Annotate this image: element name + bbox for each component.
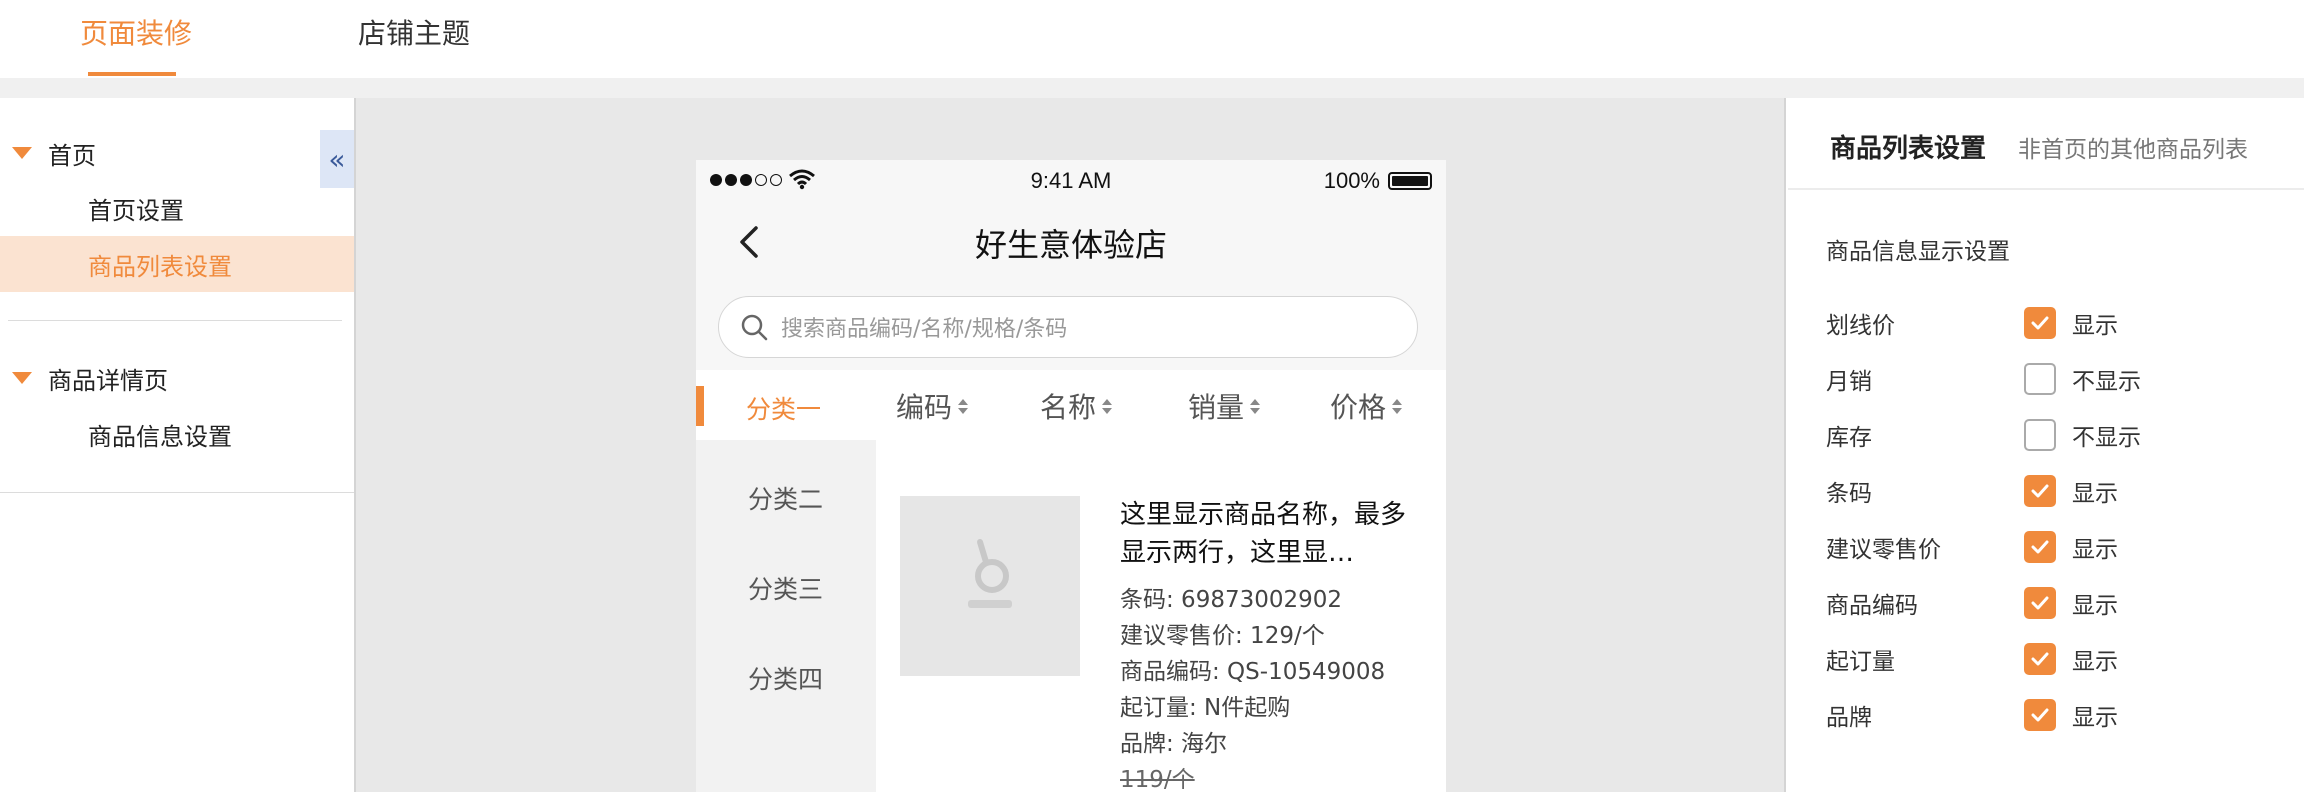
caret-down-icon <box>12 372 32 384</box>
sidebar: 首页 首页设置 商品列表设置 商品详情页 商品信息设置 <box>0 98 354 792</box>
search-area: 搜索商品编码/名称/规格/条码 <box>696 284 1446 370</box>
sort-label: 名称 <box>1040 391 1097 424</box>
product-strike-price: 119/个 <box>1120 767 1195 792</box>
checkbox-unchecked-icon[interactable] <box>2024 363 2056 395</box>
setting-row-stock: 库存 不显示 <box>1826 415 2296 455</box>
checkbox-checked-icon[interactable] <box>2024 587 2056 619</box>
search-input[interactable]: 搜索商品编码/名称/规格/条码 <box>718 296 1418 358</box>
setting-label: 起订量 <box>1826 649 1895 675</box>
sidebar-item-product-info-settings[interactable]: 商品信息设置 <box>0 406 354 462</box>
checkbox-text: 不显示 <box>2072 369 2141 395</box>
category-tab-active[interactable]: 分类一 <box>746 390 821 426</box>
checkbox-checked-icon[interactable] <box>2024 531 2056 563</box>
category-item[interactable]: 分类三 <box>748 570 823 606</box>
battery-percent: 100% <box>1323 168 1380 193</box>
checkbox-checked-icon[interactable] <box>2024 475 2056 507</box>
checkbox-unchecked-icon[interactable] <box>2024 419 2056 451</box>
setting-row-barcode: 条码 显示 <box>1826 471 2296 511</box>
phone-preview: 9:41 AM 100% 好生意体验店 搜索商品编码/名称/规格/条码 分类一 … <box>696 160 1446 792</box>
sort-arrows-icon <box>958 398 969 414</box>
status-bar: 9:41 AM 100% <box>696 160 1446 200</box>
category-list: 分类二 分类三 分类四 <box>696 440 876 792</box>
sort-by-code[interactable]: 编码 <box>896 386 969 426</box>
checkbox-text: 显示 <box>2072 593 2118 619</box>
section-heading: 商品信息显示设置 <box>1826 239 2010 265</box>
header-divider <box>0 78 2304 98</box>
search-icon <box>741 314 768 341</box>
setting-label: 划线价 <box>1826 313 1895 339</box>
settings-panel: 商品列表设置 非首页的其他商品列表 商品信息显示设置 划线价 显示 月销 不显示… <box>1788 98 2304 792</box>
setting-row-retail-price: 建议零售价 显示 <box>1826 527 2296 567</box>
checkbox-text: 显示 <box>2072 481 2118 507</box>
checkbox-text: 显示 <box>2072 705 2118 731</box>
setting-row-monthly-sales: 月销 不显示 <box>1826 359 2296 399</box>
sort-by-sales[interactable]: 销量 <box>1188 386 1261 426</box>
setting-label: 月销 <box>1826 369 1872 395</box>
setting-label: 商品编码 <box>1826 593 1918 619</box>
setting-row-strike-price: 划线价 显示 <box>1826 303 2296 343</box>
sort-arrows-icon <box>1250 398 1261 414</box>
search-placeholder: 搜索商品编码/名称/规格/条码 <box>781 317 1068 342</box>
checkbox-checked-icon[interactable] <box>2024 699 2056 731</box>
battery-icon <box>1388 172 1432 190</box>
checkbox-text: 显示 <box>2072 313 2118 339</box>
collapse-sidebar-icon[interactable]: « <box>320 130 354 188</box>
product-brand: 品牌: 海尔 <box>1120 731 1228 757</box>
product-retail-price: 建议零售价: 129/个 <box>1120 623 1325 649</box>
sidebar-item-product-list-settings[interactable]: 商品列表设置 <box>0 236 354 292</box>
placeholder-logo-icon <box>968 539 1012 608</box>
setting-row-product-code: 商品编码 显示 <box>1826 583 2296 623</box>
product-min-order: 起订量: N件起购 <box>1120 695 1291 721</box>
sort-label: 编码 <box>896 391 953 424</box>
phone-nav-bar: 好生意体验店 <box>696 200 1446 284</box>
checkbox-text: 显示 <box>2072 537 2118 563</box>
checkbox-text: 不显示 <box>2072 425 2141 451</box>
store-title: 好生意体验店 <box>974 226 1167 264</box>
setting-label: 库存 <box>1826 425 1872 451</box>
panel-subtitle: 非首页的其他商品列表 <box>2018 137 2248 163</box>
category-item[interactable]: 分类四 <box>748 660 823 696</box>
checkbox-text: 显示 <box>2072 649 2118 675</box>
setting-row-min-order: 起订量 显示 <box>1826 639 2296 679</box>
checkbox-checked-icon[interactable] <box>2024 643 2056 675</box>
sort-arrows-icon <box>1102 398 1113 414</box>
sort-label: 销量 <box>1188 391 1245 424</box>
checkbox-checked-icon[interactable] <box>2024 307 2056 339</box>
product-image[interactable] <box>900 496 1080 676</box>
category-item[interactable]: 分类二 <box>748 480 823 516</box>
sort-label: 价格 <box>1330 391 1387 424</box>
tab-page-decoration[interactable]: 页面装修 <box>80 14 192 54</box>
setting-row-brand: 品牌 显示 <box>1826 695 2296 735</box>
sidebar-section-home[interactable]: 首页 <box>12 133 96 173</box>
sidebar-divider <box>0 492 354 493</box>
active-tab-indicator <box>88 72 176 76</box>
sort-by-price[interactable]: 价格 <box>1330 386 1403 426</box>
sidebar-section-title: 商品详情页 <box>48 366 168 395</box>
product-name[interactable]: 这里显示商品名称，最多显示两行，这里显… <box>1120 496 1420 572</box>
product-code: 商品编码: QS-10549008 <box>1120 659 1386 685</box>
setting-label: 条码 <box>1826 481 1872 507</box>
setting-label: 建议零售价 <box>1826 537 1941 563</box>
sidebar-item-home-settings[interactable]: 首页设置 <box>0 180 354 236</box>
setting-label: 品牌 <box>1826 705 1872 731</box>
active-category-indicator <box>696 386 704 426</box>
tab-store-theme[interactable]: 店铺主题 <box>358 14 470 54</box>
panel-title: 商品列表设置 <box>1830 134 1987 164</box>
caret-down-icon <box>12 147 32 159</box>
sidebar-divider <box>8 320 342 321</box>
top-tab-bar: 页面装修 店铺主题 <box>0 0 2304 78</box>
sort-bar: 分类一 编码 名称 销量 价格 <box>696 370 1446 440</box>
sidebar-section-title: 首页 <box>48 141 96 170</box>
sort-by-name[interactable]: 名称 <box>1040 386 1113 426</box>
panel-divider <box>1788 188 2304 190</box>
sidebar-section-product-detail[interactable]: 商品详情页 <box>12 358 168 398</box>
sort-arrows-icon <box>1392 398 1403 414</box>
product-barcode: 条码: 69873002902 <box>1120 587 1343 613</box>
